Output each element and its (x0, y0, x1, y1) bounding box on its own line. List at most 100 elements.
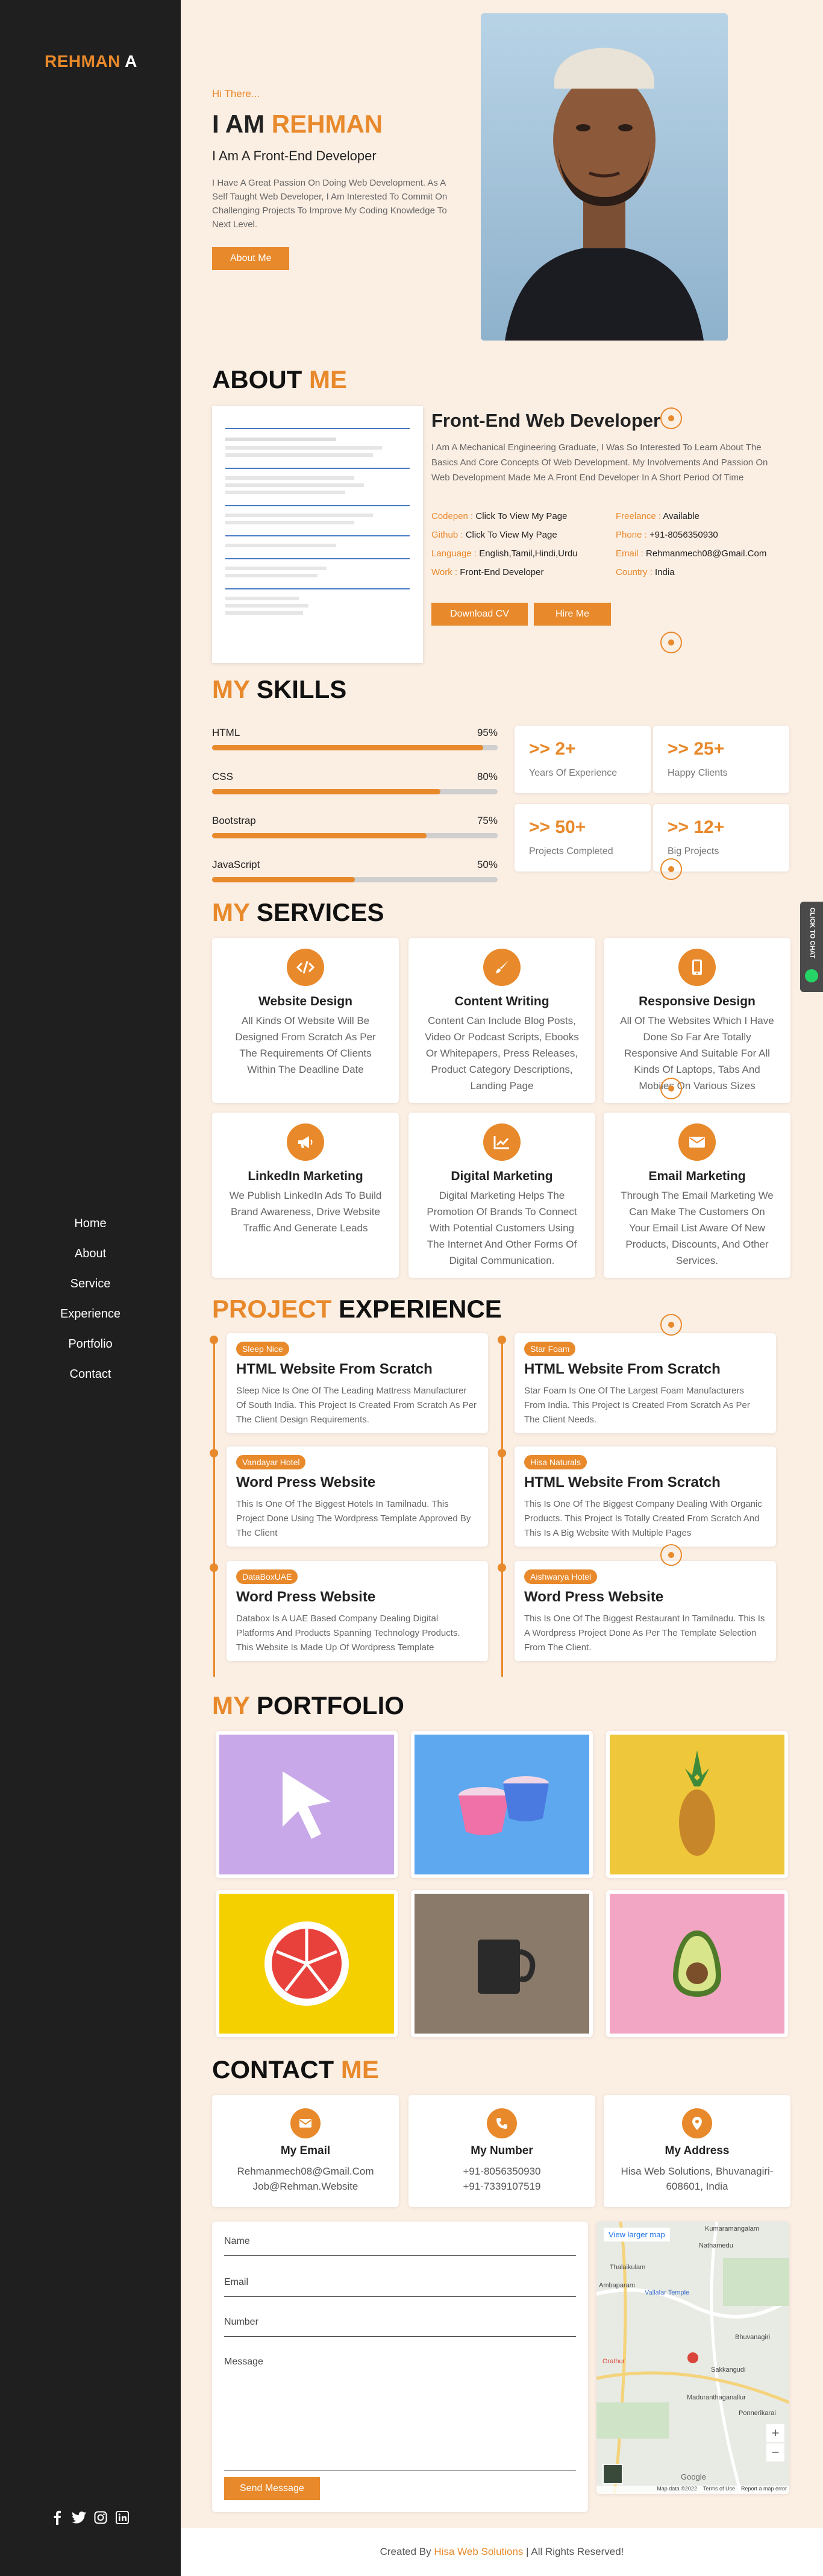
services-title: MY SERVICES (212, 898, 384, 927)
contact-form: Name Email Number Message Send Message (212, 2222, 588, 2512)
location-map[interactable]: View larger map Kumaramangalam Nathamedu… (596, 2222, 789, 2494)
experience-desc: Star Foam Is One Of The Largest Foam Man… (524, 1386, 750, 1425)
nav-experience[interactable]: Experience (0, 1299, 181, 1329)
resume-preview[interactable] (212, 406, 423, 663)
service-desc: Through The Email Marketing We Can Make … (621, 1190, 774, 1266)
info-country: Country : India (616, 567, 675, 577)
map-thumbnail[interactable] (602, 2464, 623, 2484)
service-card: Responsive Design All Of The Websites Wh… (604, 938, 790, 1103)
nav-contact[interactable]: Contact (0, 1359, 181, 1389)
experience-badge: Aishwarya Hotel (524, 1569, 598, 1584)
experience-card: Star Foam HTML Website From Scratch Star… (515, 1333, 776, 1433)
portfolio-item-cursor[interactable] (216, 1731, 398, 1878)
about-me-button[interactable]: About Me (212, 247, 290, 270)
experience-title-text: Word Press Website (236, 1474, 376, 1491)
experience-card: DataBoxUAE Word Press Website Databox Is… (227, 1561, 488, 1661)
portfolio-item-avocado[interactable] (606, 1890, 788, 2037)
stat-label: Big Projects (668, 846, 719, 856)
contact-title-b: ME (340, 2055, 379, 2084)
map-label: Thalaikulam (610, 2264, 646, 2271)
stat-number: >> 2+ (529, 739, 576, 759)
hero-description: I Have A Great Passion On Doing Web Deve… (212, 178, 448, 230)
footer-suffix: | All Rights Reserved! (526, 2546, 624, 2557)
linkedin-icon[interactable] (114, 2510, 130, 2525)
nav-portfolio[interactable]: Portfolio (0, 1329, 181, 1359)
instagram-icon[interactable] (93, 2510, 108, 2525)
view-larger-map-link[interactable]: View larger map (604, 2228, 670, 2241)
chat-widget[interactable]: CLICK TO CHAT (800, 902, 823, 992)
experience-title-text: HTML Website From Scratch (524, 1474, 721, 1491)
portfolio-item-ice-cream[interactable] (411, 1731, 593, 1878)
info-github[interactable]: Github : Click To View My Page (431, 530, 616, 540)
map-label: Nathamedu (699, 2242, 733, 2249)
download-cv-button[interactable]: Download CV (431, 603, 528, 626)
contact-card-number: My Number +91-8056350930 +91-7339107519 (408, 2095, 595, 2207)
email-field[interactable]: Email (224, 2277, 576, 2297)
info-language: Language : English,Tamil,Hindi,Urdu (431, 548, 578, 559)
portfolio-item-pineapple[interactable] (606, 1731, 788, 1878)
social-links (49, 2510, 130, 2525)
hero-title-name: REHMAN (271, 110, 383, 138)
skill-bar (212, 745, 484, 750)
experience-title-b: EXPERIENCE (339, 1295, 502, 1323)
decorative-dot (660, 632, 682, 653)
hero-title-prefix: I AM (212, 110, 265, 138)
number-field[interactable]: Number (224, 2317, 576, 2337)
hire-me-button[interactable]: Hire Me (534, 603, 611, 626)
zoom-in-button[interactable]: + (766, 2424, 784, 2442)
skill-bar (212, 789, 441, 794)
whatsapp-icon (805, 969, 818, 982)
experience-card: Sleep Nice HTML Website From Scratch Sle… (227, 1333, 488, 1433)
timeline-line (213, 1339, 215, 1677)
timeline-dot (498, 1336, 506, 1344)
portfolio-item-mug[interactable] (411, 1890, 593, 2037)
contact-card-title: My Number (471, 2144, 533, 2157)
megaphone-icon (287, 1123, 324, 1161)
report-error-link[interactable]: Report a map error (741, 2486, 787, 2494)
timeline-dot (210, 1336, 218, 1344)
mug-icon (415, 1894, 589, 2034)
sidebar-nav: Home About Service Experience Portfolio … (0, 1208, 181, 1389)
map-label: Sakkangudi (711, 2366, 746, 2373)
facebook-icon[interactable] (49, 2510, 65, 2525)
service-card: Content Writing Content Can Include Blog… (408, 938, 595, 1103)
chat-label: CLICK TO CHAT (809, 907, 816, 959)
experience-desc: This Is One Of The Biggest Restaurant In… (524, 1613, 765, 1653)
service-card: Digital Marketing Digital Marketing Help… (408, 1113, 595, 1278)
terms-link[interactable]: Terms of Use (703, 2486, 735, 2494)
experience-badge: DataBoxUAE (236, 1569, 298, 1584)
experience-title: PROJECT EXPERIENCE (212, 1295, 502, 1324)
name-field[interactable]: Name (224, 2236, 576, 2256)
sidebar: REHMAN A Home About Service Experience P… (0, 0, 181, 2576)
brand-logo[interactable]: REHMAN A (45, 52, 137, 71)
contact-card-address: My Address Hisa Web Solutions, Bhuvanagi… (604, 2095, 790, 2207)
map-footer: Map data ©2022 Terms of Use Report a map… (596, 2486, 789, 2494)
service-desc: All Of The Websites Which I Have Done So… (620, 1015, 774, 1092)
message-field[interactable]: Message (224, 2357, 576, 2471)
nav-about[interactable]: About (0, 1239, 181, 1269)
service-desc: Digital Marketing Helps The Promotion Of… (427, 1190, 577, 1266)
skill-html: HTML 95% (212, 727, 498, 750)
contact-line: Job@Rehman.Website (252, 2181, 358, 2192)
portfolio-item-watermelon[interactable] (216, 1890, 398, 2037)
experience-card: Vandayar Hotel Word Press Website This I… (227, 1447, 488, 1547)
experience-desc: Databox Is A UAE Based Company Dealing D… (236, 1613, 460, 1653)
nav-service[interactable]: Service (0, 1269, 181, 1299)
send-message-button[interactable]: Send Message (224, 2477, 320, 2500)
hero-greeting: Hi There... (212, 88, 260, 99)
about-text: I Am A Mechanical Engineering Graduate, … (431, 442, 768, 483)
experience-card: Aishwarya Hotel Word Press Website This … (515, 1561, 776, 1661)
experience-title-a: PROJECT (212, 1295, 332, 1323)
experience-title-text: HTML Website From Scratch (236, 1361, 433, 1377)
zoom-out-button[interactable]: − (766, 2443, 784, 2461)
experience-card: Hisa Naturals HTML Website From Scratch … (515, 1447, 776, 1547)
experience-title-text: Word Press Website (524, 1589, 664, 1605)
experience-title-text: Word Press Website (236, 1589, 376, 1605)
stat-number: >> 25+ (668, 739, 725, 759)
footer-company-link[interactable]: Hisa Web Solutions (434, 2546, 523, 2557)
timeline-line (501, 1339, 503, 1677)
twitter-icon[interactable] (71, 2510, 87, 2525)
info-codepen[interactable]: Codepen : Click To View My Page (431, 511, 616, 521)
decorative-dot (660, 1078, 682, 1099)
nav-home[interactable]: Home (0, 1208, 181, 1239)
